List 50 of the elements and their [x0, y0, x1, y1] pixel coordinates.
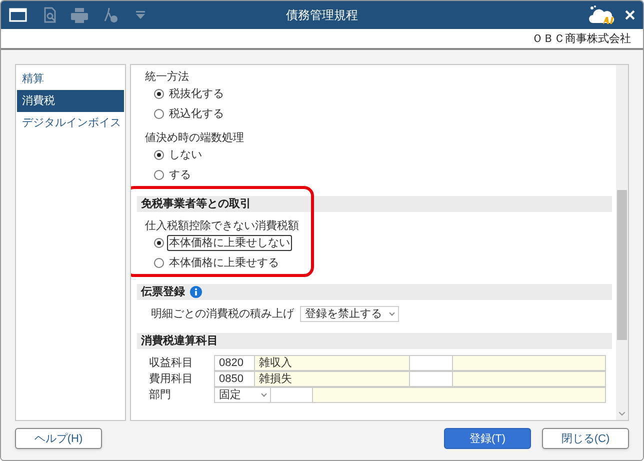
- dropdown[interactable]: 登録を禁止する: [300, 306, 399, 322]
- group-label: 値決め時の端数処理: [145, 130, 245, 145]
- company-name: ＯＢＣ商事株式会社: [532, 32, 631, 46]
- radio-label[interactable]: 税抜化する: [167, 87, 226, 101]
- group-label: 仕入税額控除できない消費税額: [145, 218, 300, 233]
- radio-button[interactable]: [154, 238, 164, 248]
- window-icon[interactable]: [9, 8, 27, 22]
- radio-button[interactable]: [154, 89, 164, 99]
- window-title: 債務管理規程: [286, 8, 358, 22]
- preview-icon[interactable]: [43, 7, 57, 23]
- sidebar-item[interactable]: 消費税: [17, 90, 124, 112]
- field-label: 費用科目: [149, 372, 194, 387]
- sidebar-item[interactable]: デジタルインボイス: [17, 112, 124, 134]
- code-field[interactable]: 0850: [214, 371, 255, 387]
- radio-label[interactable]: する: [167, 168, 193, 182]
- account-name-field: 雑収入: [255, 355, 410, 371]
- radio-label[interactable]: 税込化する: [167, 107, 226, 121]
- code-field[interactable]: 0820: [214, 355, 255, 371]
- section-title: 消費税違算科目: [141, 334, 218, 348]
- radio-label[interactable]: 本体価格に上乗せしない: [167, 235, 292, 251]
- dialog-button[interactable]: 閉じる(C): [542, 428, 629, 449]
- field-label: 収益科目: [149, 356, 194, 371]
- radio-button[interactable]: [154, 258, 164, 268]
- close-icon[interactable]: [625, 10, 635, 20]
- pdf-check-icon[interactable]: [102, 7, 118, 23]
- field-label: 部門: [149, 388, 172, 403]
- help-button[interactable]: ヘルプ(H): [15, 428, 102, 449]
- input-field[interactable]: [410, 355, 453, 371]
- scrollbar[interactable]: [616, 65, 628, 420]
- scrollbar-thumb[interactable]: [617, 190, 627, 340]
- section-title: 免税事業者等との取引: [141, 197, 251, 211]
- input-field[interactable]: [410, 371, 453, 387]
- radio-button[interactable]: [154, 109, 164, 119]
- dropdown-icon[interactable]: [136, 11, 145, 19]
- input-field[interactable]: [271, 387, 313, 403]
- group-label: 統一方法: [145, 70, 190, 84]
- dropdown[interactable]: 固定: [214, 387, 271, 403]
- radio-button[interactable]: [154, 170, 164, 180]
- radio-button[interactable]: [154, 150, 164, 160]
- scroll-down-icon[interactable]: [619, 412, 625, 416]
- field-label: 明細ごとの消費税の積み上げ: [151, 307, 294, 321]
- section-title: 伝票登録: [141, 285, 185, 299]
- print-icon[interactable]: [71, 8, 88, 22]
- info-icon[interactable]: [190, 286, 202, 298]
- radio-label[interactable]: しない: [167, 148, 204, 162]
- cloud-ai-icon[interactable]: [589, 5, 615, 25]
- dialog-button[interactable]: 登録(T): [444, 428, 531, 449]
- radio-label[interactable]: 本体価格に上乗せする: [167, 256, 281, 270]
- account-name-field: 雑損失: [255, 371, 410, 387]
- sidebar-item[interactable]: 精算: [17, 68, 124, 90]
